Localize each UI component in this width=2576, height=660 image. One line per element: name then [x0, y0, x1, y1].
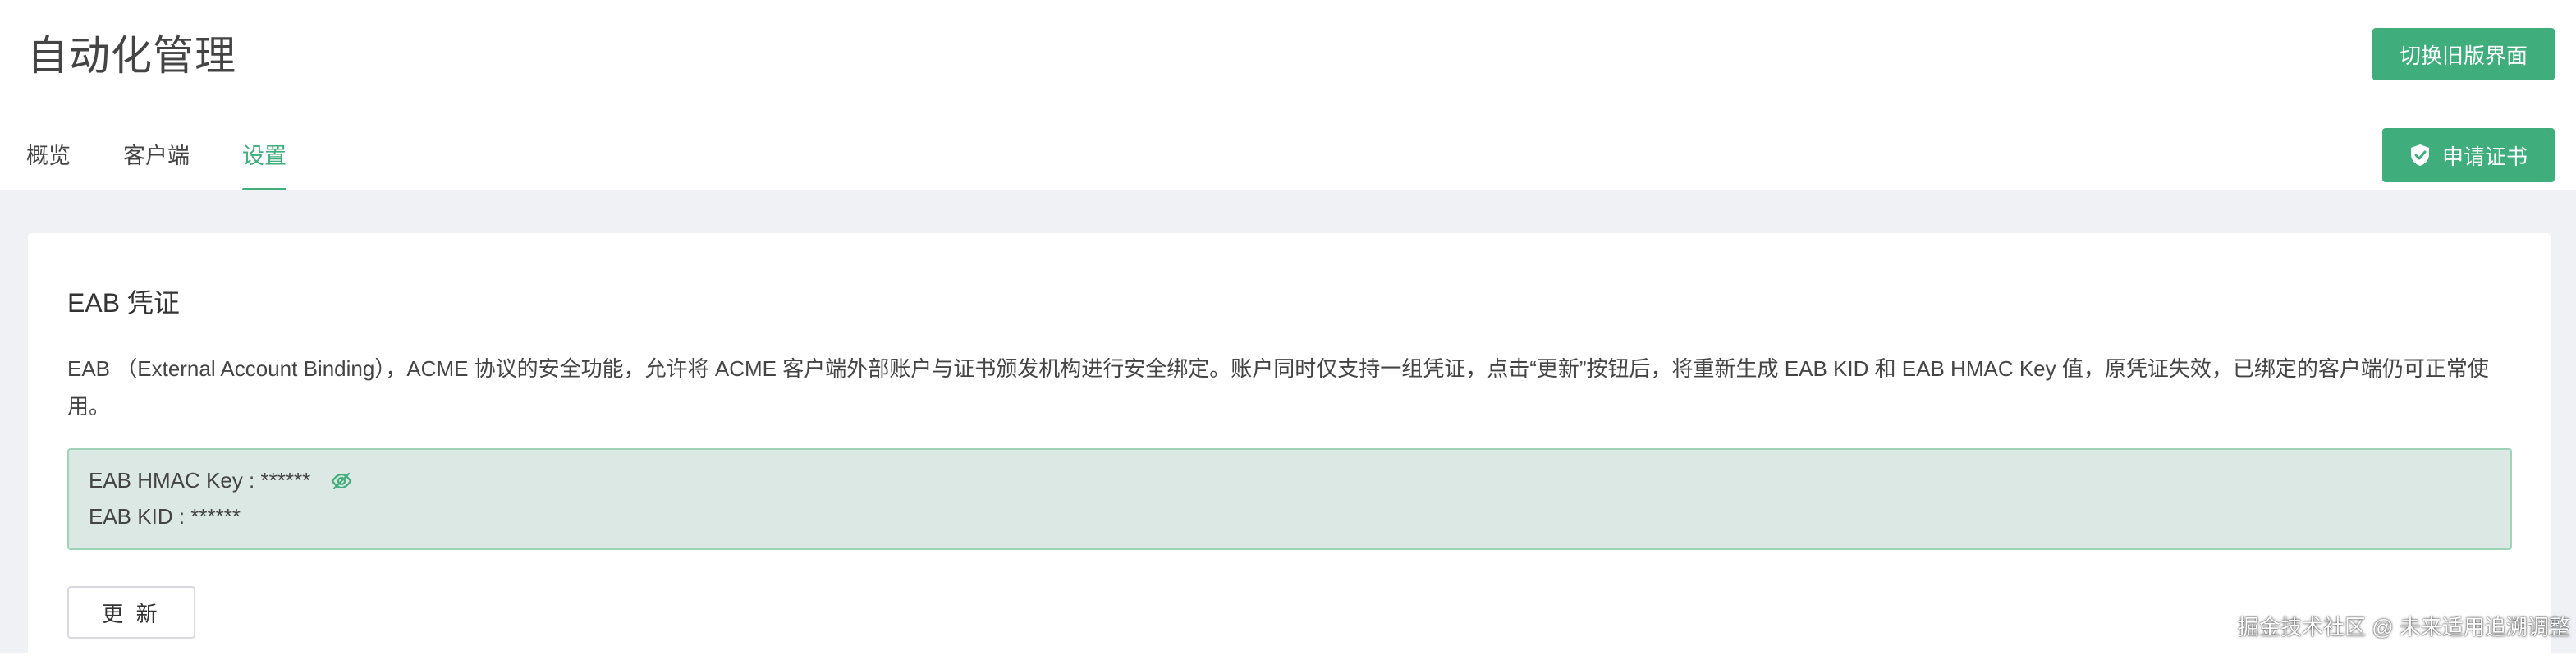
card-title: EAB 凭证: [67, 288, 180, 318]
switch-old-ui-button[interactable]: 切换旧版界面: [2372, 28, 2555, 80]
page-header: 自动化管理 切换旧版界面 概览 客户端 设置 申请证书: [0, 0, 2576, 191]
eye-off-icon[interactable]: [330, 470, 353, 493]
tab-bar: 概览 客户端 设置: [26, 138, 286, 191]
update-button[interactable]: 更 新: [67, 586, 195, 639]
hmac-key-row: EAB HMAC Key : ******: [89, 468, 353, 493]
hmac-key-text: EAB HMAC Key : ******: [89, 468, 311, 493]
apply-certificate-label: 申请证书: [2441, 144, 2528, 169]
eab-credential-card: EAB 凭证 EAB （External Account Binding），AC…: [28, 233, 2551, 660]
apply-certificate-button[interactable]: 申请证书: [2382, 128, 2555, 182]
kid-row: EAB KID : ******: [89, 504, 241, 529]
tab-settings[interactable]: 设置: [242, 138, 286, 191]
tab-clients[interactable]: 客户端: [123, 138, 190, 190]
shield-check-icon: [2410, 144, 2429, 166]
watermark: 掘金技术社区 @ 未来适用追溯调整: [2238, 615, 2570, 639]
tab-overview[interactable]: 概览: [26, 138, 71, 190]
page-title: 自动化管理: [27, 33, 236, 79]
eab-key-box: EAB HMAC Key : ****** EAB KID : ******: [67, 448, 2512, 550]
eab-description: EAB （External Account Binding），ACME 协议的安…: [67, 356, 2489, 419]
